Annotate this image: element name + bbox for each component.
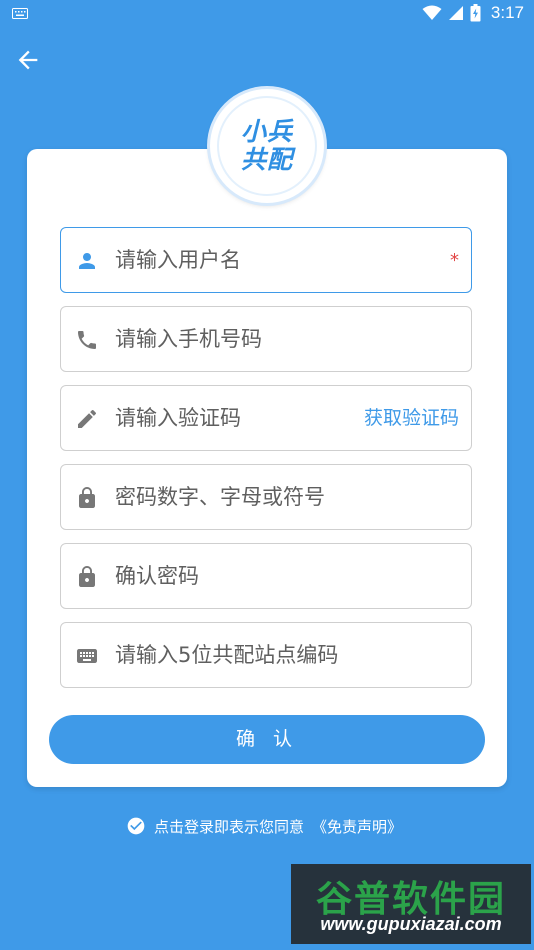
keyboard-icon — [12, 8, 28, 19]
keyboard-icon — [77, 649, 97, 663]
required-mark: * — [450, 250, 459, 271]
get-code-button[interactable]: 获取验证码 — [364, 386, 459, 450]
lock-icon — [79, 566, 95, 587]
phone-field[interactable]: 请输入手机号码 — [60, 306, 472, 372]
phone-icon — [78, 331, 96, 349]
station-code-placeholder: 请输入5位共配站点编码 — [115, 643, 339, 667]
confirm-password-placeholder: 确认密码 — [115, 564, 199, 588]
person-icon — [79, 253, 95, 269]
verification-code-placeholder: 请输入验证码 — [115, 406, 241, 430]
username-placeholder: 请输入用户名 — [115, 248, 241, 272]
password-placeholder: 密码数字、字母或符号 — [115, 485, 325, 509]
watermark-url: www.gupuxiazai.com — [320, 914, 502, 934]
watermark: 谷普软件园 www.gupuxiazai.com — [291, 864, 531, 944]
confirm-password-field[interactable]: 确认密码 — [60, 543, 472, 609]
agreement-text: 点击登录即表示您同意 — [154, 817, 305, 836]
app-logo: 小兵 共配 — [210, 89, 324, 203]
logo-text-line2: 共配 — [240, 145, 293, 174]
battery-icon — [470, 4, 481, 22]
wifi-icon — [422, 5, 442, 20]
arrow-left-icon[interactable] — [14, 46, 42, 74]
station-code-field[interactable]: 请输入5位共配站点编码 — [60, 622, 472, 688]
check-circle-icon[interactable] — [126, 816, 146, 836]
status-time: 3:17 — [490, 3, 524, 22]
confirm-button[interactable]: 确 认 — [49, 715, 485, 764]
phone-placeholder: 请输入手机号码 — [115, 327, 262, 351]
logo-text-line1: 小兵 — [240, 117, 293, 146]
verification-code-field[interactable]: 请输入验证码 获取验证码 — [60, 385, 472, 451]
username-field[interactable]: 请输入用户名 * — [60, 227, 472, 293]
agreement-row: 点击登录即表示您同意 《免责声明》 — [126, 815, 402, 837]
status-bar: 3:17 — [0, 0, 534, 28]
signal-icon — [448, 6, 463, 20]
disclaimer-link[interactable]: 《免责声明》 — [312, 816, 402, 837]
password-field[interactable]: 密码数字、字母或符号 — [60, 464, 472, 530]
pencil-icon — [78, 409, 97, 428]
logo-badge: 小兵 共配 — [217, 96, 317, 196]
lock-icon — [79, 487, 95, 508]
status-icons: 3:17 — [422, 3, 524, 23]
